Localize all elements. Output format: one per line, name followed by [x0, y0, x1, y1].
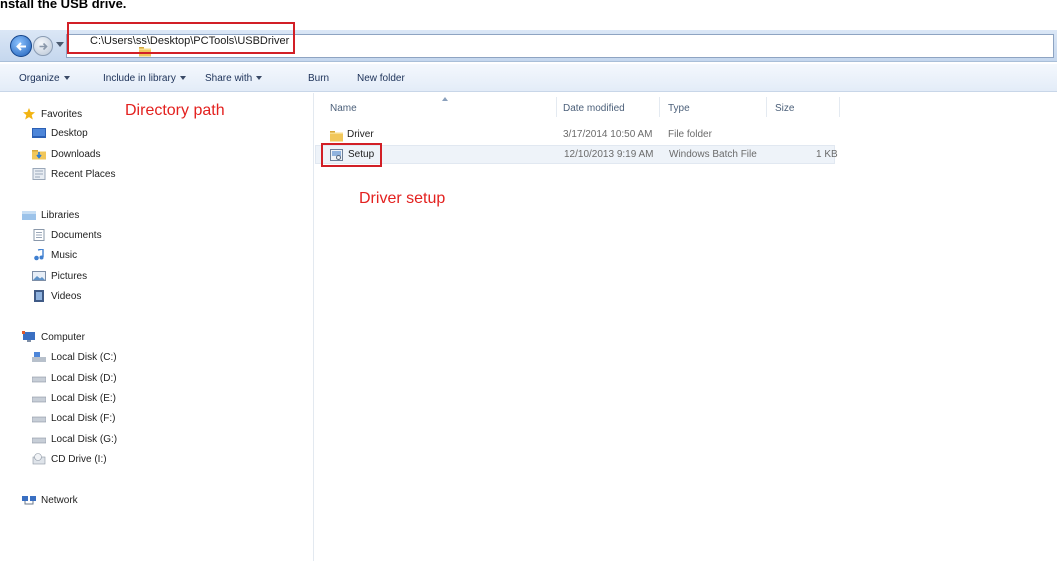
desktop-icon [32, 128, 46, 138]
file-date-modified: 12/10/2013 9:19 AM [564, 149, 654, 160]
downloads-folder-icon [32, 150, 46, 160]
table-row[interactable]: Setup 12/10/2013 9:19 AM Windows Batch F… [315, 145, 838, 164]
command-bar: Organize Include in library Share with B… [0, 64, 1057, 92]
column-header-type[interactable]: Type [668, 103, 690, 114]
star-icon [23, 108, 35, 120]
burn-button[interactable]: Burn [308, 73, 329, 84]
computer-icon [22, 331, 35, 342]
network-icon [22, 496, 36, 505]
cd-drive-icon [32, 453, 46, 465]
file-type: Windows Batch File [669, 149, 757, 160]
drive-icon [32, 376, 46, 383]
directory-path-annotation: Directory path [125, 102, 225, 119]
driver-setup-annotation: Driver setup [359, 190, 446, 207]
documents-icon [33, 229, 45, 241]
new-folder-button[interactable]: New folder [357, 73, 405, 84]
include-in-library-menu[interactable]: Include in library [103, 73, 186, 84]
nav-libraries[interactable]: Libraries [22, 207, 79, 223]
pictures-icon [32, 271, 46, 281]
sort-ascending-icon [442, 97, 448, 101]
page-heading: nstall the USB drive. [0, 0, 127, 11]
column-header-name[interactable]: Name [330, 103, 357, 114]
nav-documents[interactable]: Documents [32, 227, 102, 243]
navigation-pane: Favorites Desktop Downloads Recent Place… [0, 93, 314, 561]
column-separator[interactable] [766, 97, 767, 117]
table-row[interactable]: Driver 3/17/2014 10:50 AM File folder [315, 126, 835, 145]
column-header-date-modified[interactable]: Date modified [563, 103, 625, 114]
chevron-down-icon [256, 76, 263, 81]
column-header-size[interactable]: Size [775, 103, 794, 114]
videos-icon [34, 290, 44, 302]
file-name: Driver [347, 129, 374, 140]
forward-button[interactable] [33, 36, 53, 56]
nav-computer[interactable]: Computer [22, 329, 85, 345]
recent-places-icon [32, 168, 46, 180]
nav-local-disk-g[interactable]: Local Disk (G:) [32, 431, 117, 447]
nav-pictures[interactable]: Pictures [32, 268, 87, 284]
file-type: File folder [668, 129, 712, 140]
chevron-down-icon [179, 76, 186, 81]
nav-local-disk-f[interactable]: Local Disk (F:) [32, 410, 115, 426]
forward-arrow-icon [39, 42, 48, 51]
music-icon [34, 249, 44, 261]
column-separator[interactable] [556, 97, 557, 117]
file-list: Name Date modified Type Size Driver 3/17… [315, 93, 1057, 561]
file-date-modified: 3/17/2014 10:50 AM [563, 129, 653, 140]
nav-music[interactable]: Music [32, 247, 77, 263]
nav-desktop[interactable]: Desktop [32, 125, 88, 141]
directory-path-highlight [67, 22, 295, 54]
file-size: 1 KB [816, 149, 838, 160]
libraries-icon [22, 211, 36, 220]
drive-icon [32, 416, 46, 423]
share-with-menu[interactable]: Share with [205, 73, 263, 84]
nav-network[interactable]: Network [22, 492, 78, 508]
nav-recent-places[interactable]: Recent Places [32, 166, 115, 182]
nav-videos[interactable]: Videos [32, 288, 81, 304]
column-separator[interactable] [659, 97, 660, 117]
nav-local-disk-e[interactable]: Local Disk (E:) [32, 390, 116, 406]
driver-setup-highlight [321, 143, 382, 167]
back-arrow-icon [16, 42, 26, 51]
nav-local-disk-c[interactable]: Local Disk (C:) [32, 349, 117, 365]
recent-pages-dropdown[interactable] [56, 42, 64, 47]
folder-icon [330, 131, 343, 142]
organize-menu[interactable]: Organize [19, 73, 70, 84]
system-drive-icon [32, 352, 46, 362]
nav-cd-drive[interactable]: CD Drive (I:) [32, 451, 107, 467]
drive-icon [32, 437, 46, 444]
nav-favorites[interactable]: Favorites [22, 106, 82, 122]
drive-icon [32, 396, 46, 403]
column-separator[interactable] [839, 97, 840, 117]
back-button[interactable] [10, 35, 32, 57]
nav-local-disk-d[interactable]: Local Disk (D:) [32, 370, 117, 386]
chevron-down-icon [63, 76, 70, 81]
nav-downloads[interactable]: Downloads [32, 146, 100, 162]
